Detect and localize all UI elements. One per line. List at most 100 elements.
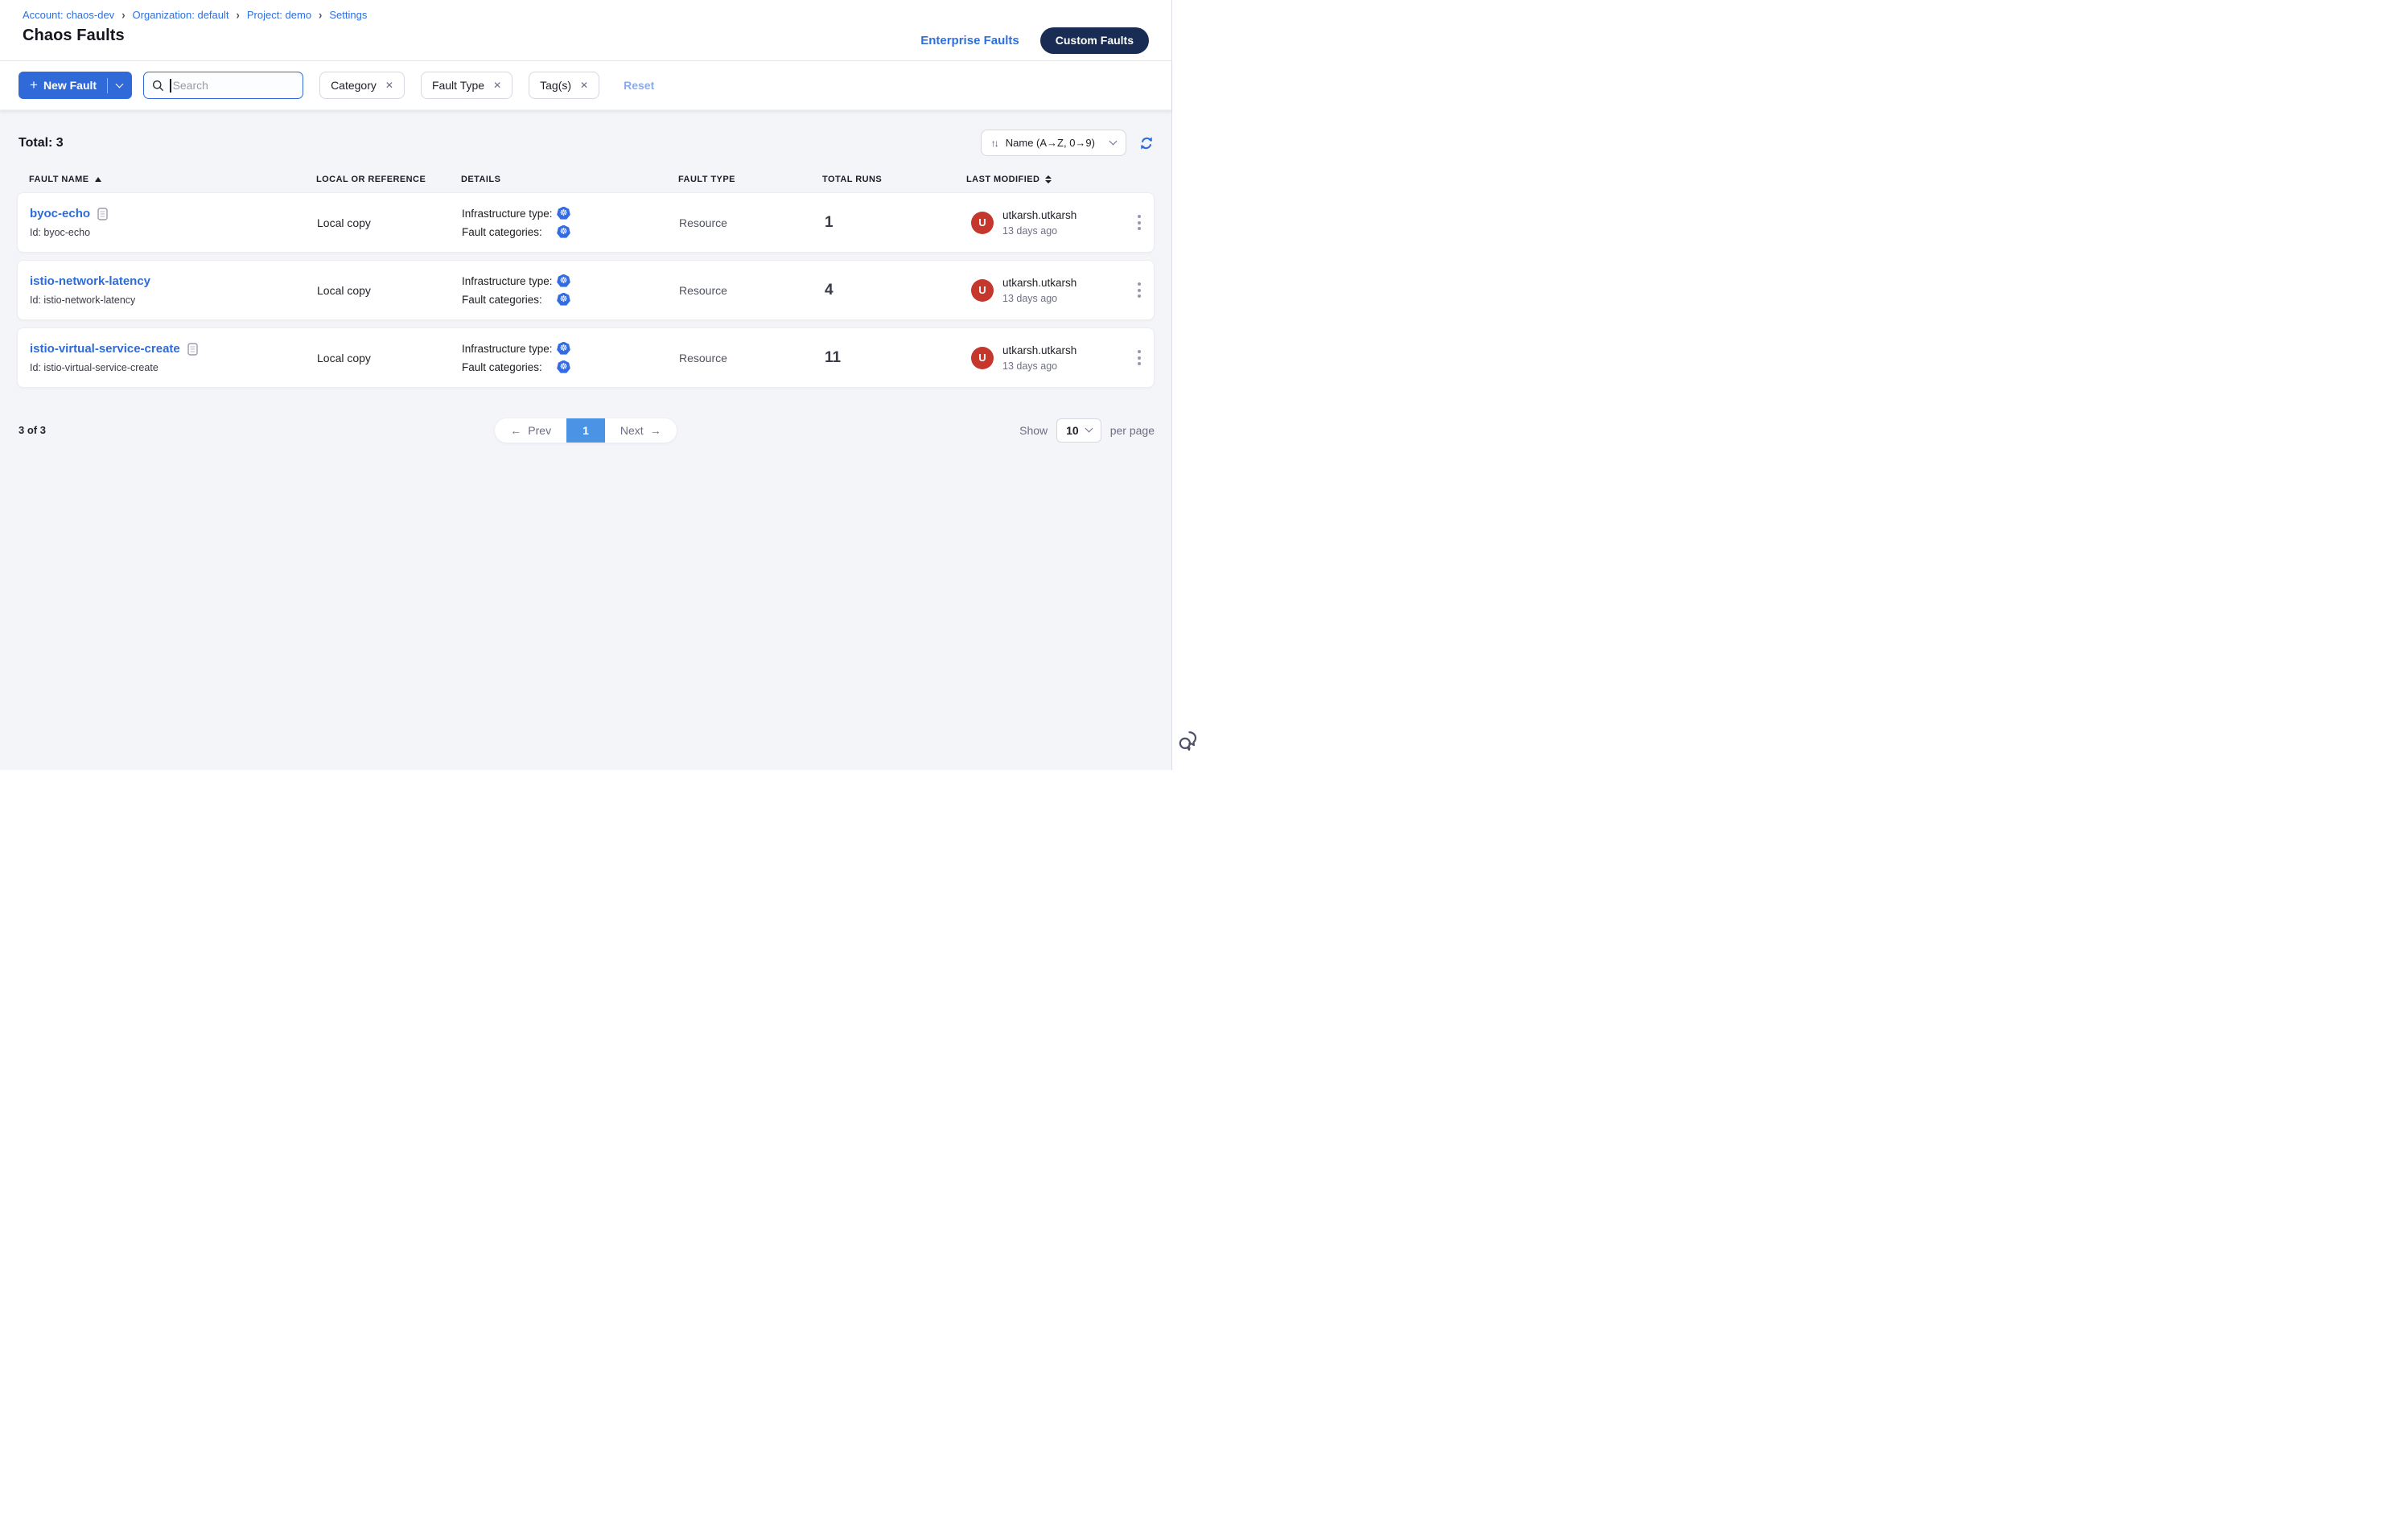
modified-by: utkarsh.utkarsh bbox=[1002, 344, 1076, 356]
chevron-down-icon bbox=[1109, 138, 1118, 146]
row-menu-button[interactable] bbox=[1130, 345, 1149, 370]
sort-arrows-icon: ↑↓ bbox=[991, 138, 998, 149]
fault-id: Id: istio-virtual-service-create bbox=[30, 362, 317, 373]
details-cell: Infrastructure type: ☸ Fault categories:… bbox=[462, 274, 679, 307]
fault-name-link[interactable]: istio-network-latency bbox=[30, 274, 150, 288]
chat-widget-button[interactable] bbox=[1178, 731, 1200, 756]
breadcrumb: Account: chaos-dev › Organization: defau… bbox=[23, 9, 367, 21]
modified-time: 13 days ago bbox=[1002, 360, 1076, 372]
fault-row: byoc-echo Id: byoc-echo Local copy Infra… bbox=[17, 192, 1155, 253]
page-title: Chaos Faults bbox=[23, 27, 367, 45]
column-header-total-runs: TOTAL RUNS bbox=[822, 175, 966, 184]
column-label: DETAILS bbox=[461, 175, 500, 184]
row-menu-button[interactable] bbox=[1130, 210, 1149, 235]
column-header-details: DETAILS bbox=[461, 175, 678, 184]
enterprise-faults-link[interactable]: Enterprise Faults bbox=[920, 34, 1019, 47]
close-icon[interactable]: ✕ bbox=[493, 80, 501, 91]
avatar[interactable]: U bbox=[971, 279, 994, 302]
infrastructure-type-label: Infrastructure type: bbox=[462, 208, 557, 220]
fault-row: istio-network-latency Id: istio-network-… bbox=[17, 260, 1155, 320]
button-divider bbox=[107, 78, 108, 93]
chat-icon bbox=[1178, 731, 1200, 751]
row-menu-button[interactable] bbox=[1130, 278, 1149, 303]
breadcrumb-account[interactable]: Account: chaos-dev bbox=[23, 9, 114, 21]
column-label: LAST MODIFIED bbox=[966, 175, 1039, 184]
local-or-reference-value: Local copy bbox=[317, 216, 462, 229]
filter-chip-fault-type[interactable]: Fault Type ✕ bbox=[421, 72, 512, 99]
modified-time: 13 days ago bbox=[1002, 293, 1076, 304]
chevron-down-icon[interactable] bbox=[116, 80, 124, 88]
fault-row: istio-virtual-service-create Id: istio-v… bbox=[17, 327, 1155, 388]
copy-icon[interactable] bbox=[187, 343, 198, 356]
next-label: Next bbox=[620, 424, 644, 437]
fault-type-value: Resource bbox=[679, 352, 823, 364]
search-input[interactable] bbox=[173, 79, 295, 92]
fault-id: Id: istio-network-latency bbox=[30, 294, 317, 306]
breadcrumb-organization[interactable]: Organization: default bbox=[133, 9, 229, 21]
pagination-row: 3 of 3 ← Prev 1 Next → Show 10 bbox=[17, 417, 1155, 443]
local-or-reference-value: Local copy bbox=[317, 352, 462, 364]
page-size-value: 10 bbox=[1066, 424, 1079, 437]
page-header: Account: chaos-dev › Organization: defau… bbox=[0, 0, 1171, 61]
new-fault-label: New Fault bbox=[43, 79, 97, 92]
sort-area: ↑↓ Name (A→Z, 0→9) bbox=[981, 130, 1155, 156]
breadcrumb-separator-icon: › bbox=[237, 8, 240, 22]
current-page-button[interactable]: 1 bbox=[566, 418, 605, 443]
fault-id: Id: byoc-echo bbox=[30, 227, 317, 238]
custom-faults-button[interactable]: Custom Faults bbox=[1040, 27, 1149, 54]
pagination-range: 3 of 3 bbox=[19, 424, 46, 436]
plus-icon: + bbox=[30, 77, 38, 93]
next-page-button[interactable]: Next → bbox=[605, 418, 677, 443]
chaos-faults-page: Account: chaos-dev › Organization: defau… bbox=[0, 0, 1202, 770]
column-header-last-modified[interactable]: LAST MODIFIED bbox=[966, 175, 1124, 184]
page-size-select[interactable]: 10 bbox=[1056, 418, 1101, 443]
filter-chip-tags[interactable]: Tag(s) ✕ bbox=[529, 72, 599, 99]
modified-by: utkarsh.utkarsh bbox=[1002, 209, 1076, 221]
toolbar: + New Fault Category ✕ Fault Type ✕ bbox=[0, 61, 1171, 110]
reset-filters-button[interactable]: Reset bbox=[624, 79, 654, 92]
kubernetes-icon: ☸ bbox=[557, 342, 570, 356]
filter-chip-category[interactable]: Category ✕ bbox=[319, 72, 405, 99]
per-page-label: per page bbox=[1110, 424, 1155, 437]
breadcrumb-project[interactable]: Project: demo bbox=[247, 9, 311, 21]
last-modified-cell: U utkarsh.utkarsh 13 days ago bbox=[967, 277, 1125, 304]
pagination: ← Prev 1 Next → bbox=[494, 418, 677, 443]
fault-name-link[interactable]: istio-virtual-service-create bbox=[30, 342, 180, 356]
fault-name-link[interactable]: byoc-echo bbox=[30, 207, 90, 220]
prev-page-button[interactable]: ← Prev bbox=[495, 418, 566, 443]
close-icon[interactable]: ✕ bbox=[580, 80, 588, 91]
avatar[interactable]: U bbox=[971, 212, 994, 234]
avatar[interactable]: U bbox=[971, 347, 994, 369]
refresh-button[interactable] bbox=[1138, 135, 1155, 151]
chevron-down-icon bbox=[1085, 425, 1093, 433]
breadcrumb-separator-icon: › bbox=[121, 8, 125, 22]
fault-categories-label: Fault categories: bbox=[462, 361, 557, 373]
column-label: TOTAL RUNS bbox=[822, 175, 882, 184]
infrastructure-type-label: Infrastructure type: bbox=[462, 275, 557, 287]
total-runs-value: 4 bbox=[823, 282, 967, 299]
column-label: FAULT NAME bbox=[29, 175, 89, 184]
total-count: Total: 3 bbox=[17, 136, 64, 150]
modified-time: 13 days ago bbox=[1002, 225, 1076, 237]
close-icon[interactable]: ✕ bbox=[385, 80, 393, 91]
table-header: FAULT NAME LOCAL OR REFERENCE DETAILS FA… bbox=[17, 175, 1155, 184]
new-fault-button[interactable]: + New Fault bbox=[19, 72, 132, 99]
fault-name-cell: istio-network-latency Id: istio-network-… bbox=[30, 274, 317, 306]
column-header-fault-name[interactable]: FAULT NAME bbox=[29, 175, 316, 184]
breadcrumb-settings[interactable]: Settings bbox=[329, 9, 367, 21]
details-cell: Infrastructure type: ☸ Fault categories:… bbox=[462, 207, 679, 239]
local-or-reference-value: Local copy bbox=[317, 284, 462, 297]
column-header-fault-type: FAULT TYPE bbox=[678, 175, 822, 184]
copy-icon[interactable] bbox=[97, 208, 108, 220]
search-box[interactable] bbox=[143, 72, 303, 99]
details-cell: Infrastructure type: ☸ Fault categories:… bbox=[462, 342, 679, 374]
filter-chip-label: Category bbox=[331, 79, 377, 92]
filter-chip-label: Tag(s) bbox=[540, 79, 571, 92]
modified-by: utkarsh.utkarsh bbox=[1002, 277, 1076, 289]
header-actions: Enterprise Faults Custom Faults bbox=[920, 9, 1149, 60]
last-modified-cell: U utkarsh.utkarsh 13 days ago bbox=[967, 344, 1125, 372]
show-label: Show bbox=[1019, 424, 1048, 437]
right-arrow-icon: → bbox=[650, 424, 661, 437]
fault-categories-label: Fault categories: bbox=[462, 294, 557, 306]
sort-select[interactable]: ↑↓ Name (A→Z, 0→9) bbox=[981, 130, 1126, 156]
